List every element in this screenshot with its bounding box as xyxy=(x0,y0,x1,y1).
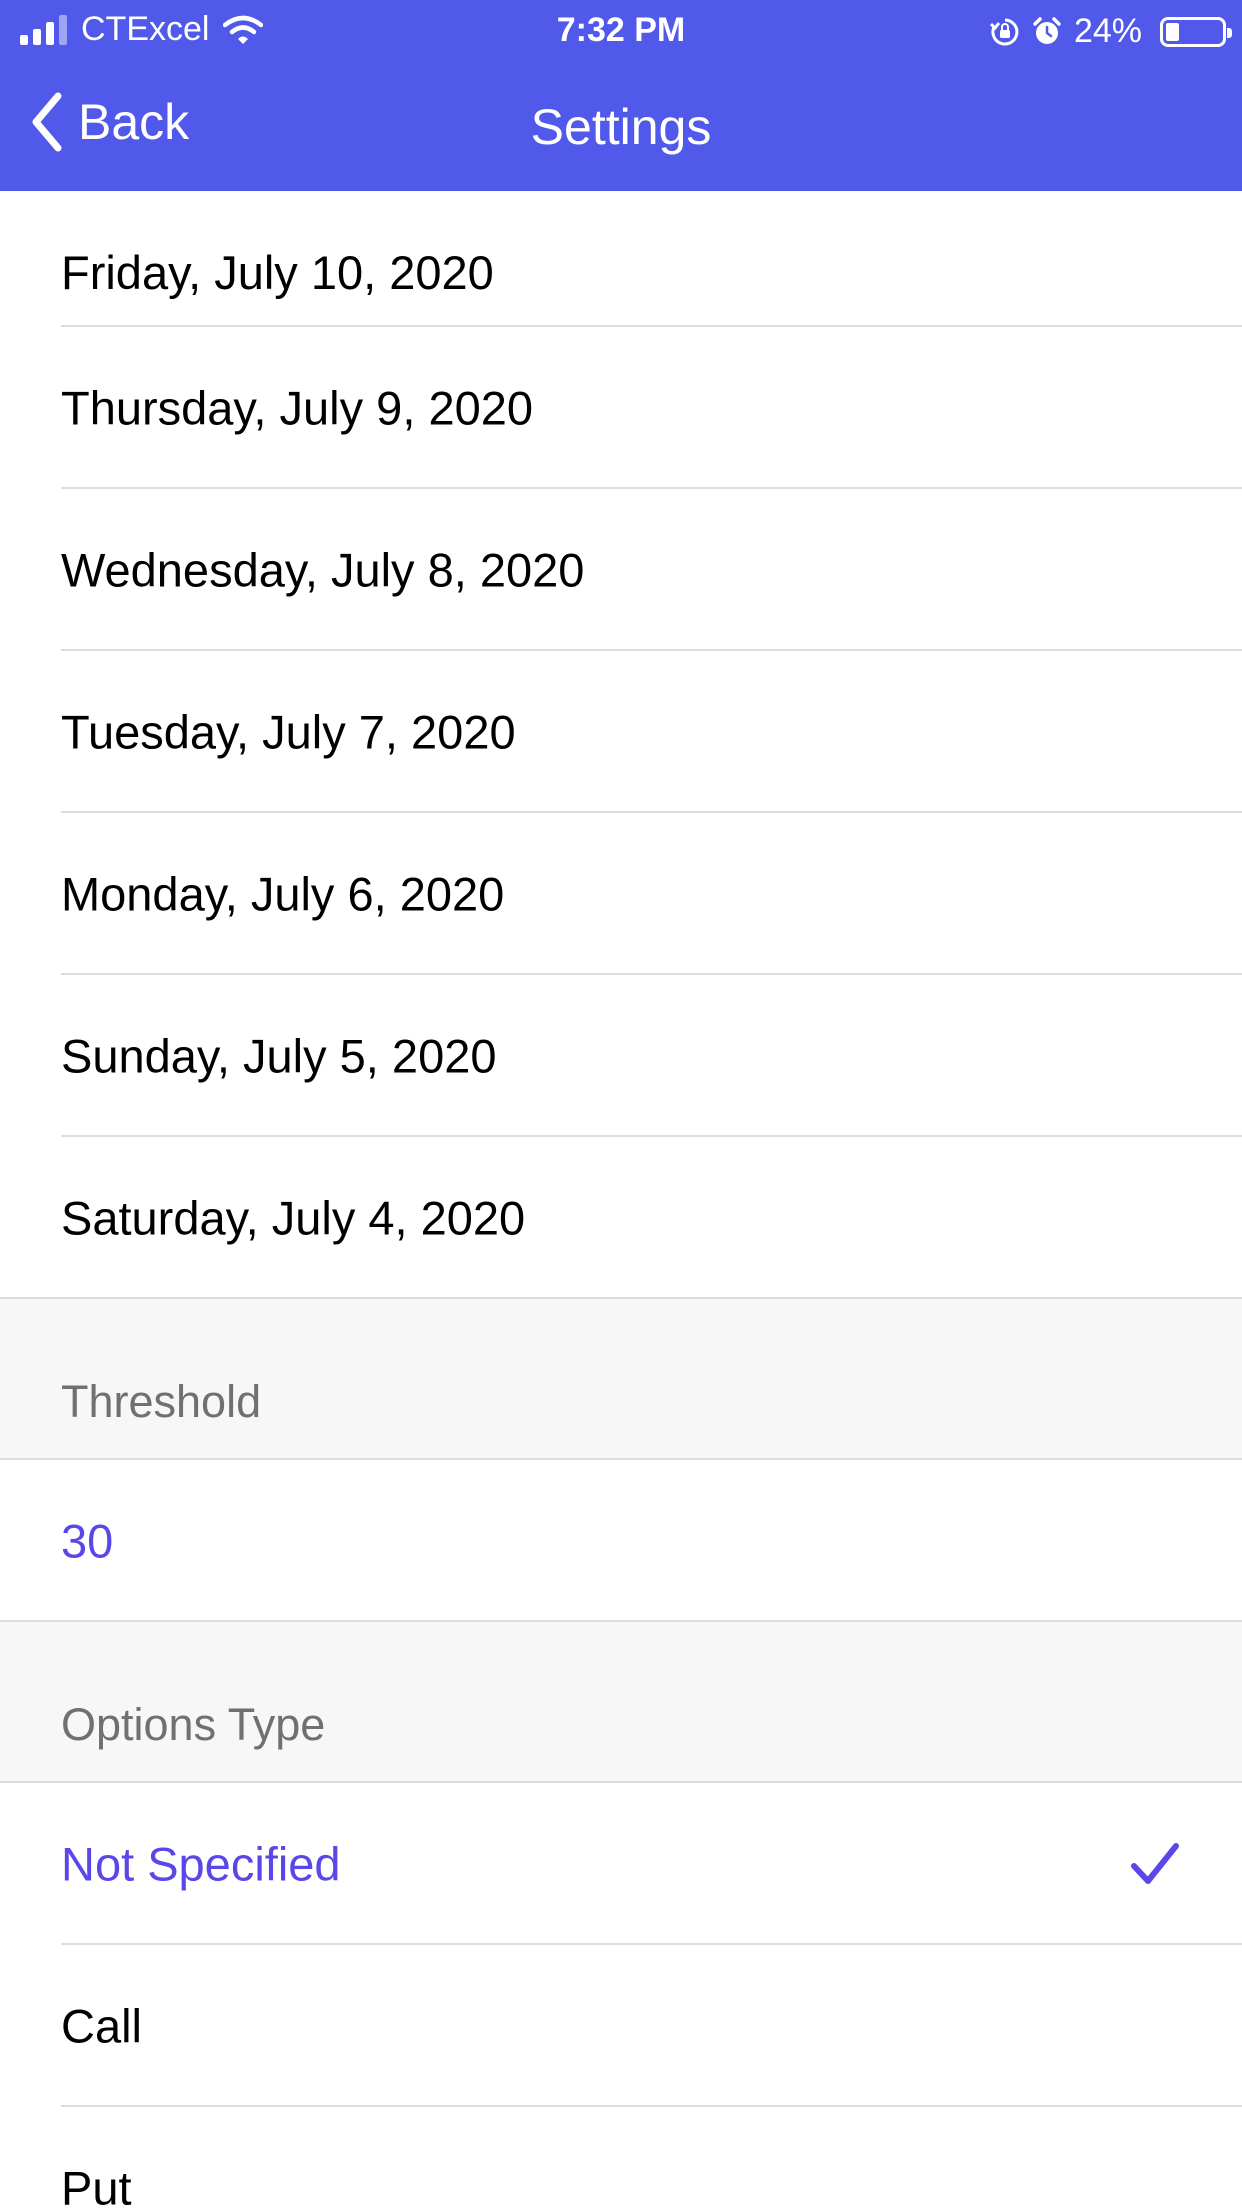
date-row-wednesday[interactable]: Wednesday, July 8, 2020 xyxy=(0,489,1242,651)
option-put[interactable]: Put xyxy=(0,2107,1242,2208)
section-header-options-type: Options Type xyxy=(0,1622,1242,1783)
date-row-tuesday[interactable]: Tuesday, July 7, 2020 xyxy=(0,651,1242,813)
date-row-sunday[interactable]: Sunday, July 5, 2020 xyxy=(0,975,1242,1137)
date-row-saturday[interactable]: Saturday, July 4, 2020 xyxy=(0,1137,1242,1299)
date-row-friday[interactable]: Friday, July 10, 2020 xyxy=(0,191,1242,327)
status-bar: CTExcel 7:32 PM 24% xyxy=(0,0,1242,62)
date-row-thursday[interactable]: Thursday, July 9, 2020 xyxy=(0,327,1242,489)
checkmark-icon xyxy=(1131,1843,1179,1884)
date-label: Thursday, July 9, 2020 xyxy=(61,381,533,435)
navigation-bar: Back Settings xyxy=(0,62,1242,191)
battery-percent: 24% xyxy=(1073,12,1142,50)
option-label: Not Specified xyxy=(61,1837,341,1891)
option-label: Call xyxy=(61,1999,142,2053)
date-label: Monday, July 6, 2020 xyxy=(61,867,505,921)
status-right: 24% xyxy=(989,12,1232,51)
date-label: Saturday, July 4, 2020 xyxy=(61,1191,526,1245)
rotation-lock-icon xyxy=(989,18,1019,45)
alarm-icon xyxy=(1033,16,1061,44)
option-call[interactable]: Call xyxy=(0,1945,1242,2107)
settings-list: Friday, July 10, 2020 Thursday, July 9, … xyxy=(0,191,1242,2208)
battery-icon xyxy=(1160,16,1232,47)
date-row-monday[interactable]: Monday, July 6, 2020 xyxy=(0,813,1242,975)
section-title: Threshold xyxy=(61,1376,262,1427)
date-label: Tuesday, July 7, 2020 xyxy=(61,705,516,759)
option-not-specified[interactable]: Not Specified xyxy=(0,1783,1242,1945)
threshold-value: 30 xyxy=(61,1514,114,1568)
app-header: CTExcel 7:32 PM 24% Back Settings xyxy=(0,0,1242,191)
option-label: Put xyxy=(61,2161,132,2208)
page-title: Settings xyxy=(530,99,712,155)
battery-fill xyxy=(1166,22,1179,41)
date-label: Sunday, July 5, 2020 xyxy=(61,1029,497,1083)
section-header-threshold: Threshold xyxy=(0,1299,1242,1460)
section-title: Options Type xyxy=(61,1699,326,1750)
date-label: Friday, July 10, 2020 xyxy=(61,246,494,299)
threshold-value-row[interactable]: 30 xyxy=(0,1460,1242,1622)
date-label: Wednesday, July 8, 2020 xyxy=(61,543,585,597)
